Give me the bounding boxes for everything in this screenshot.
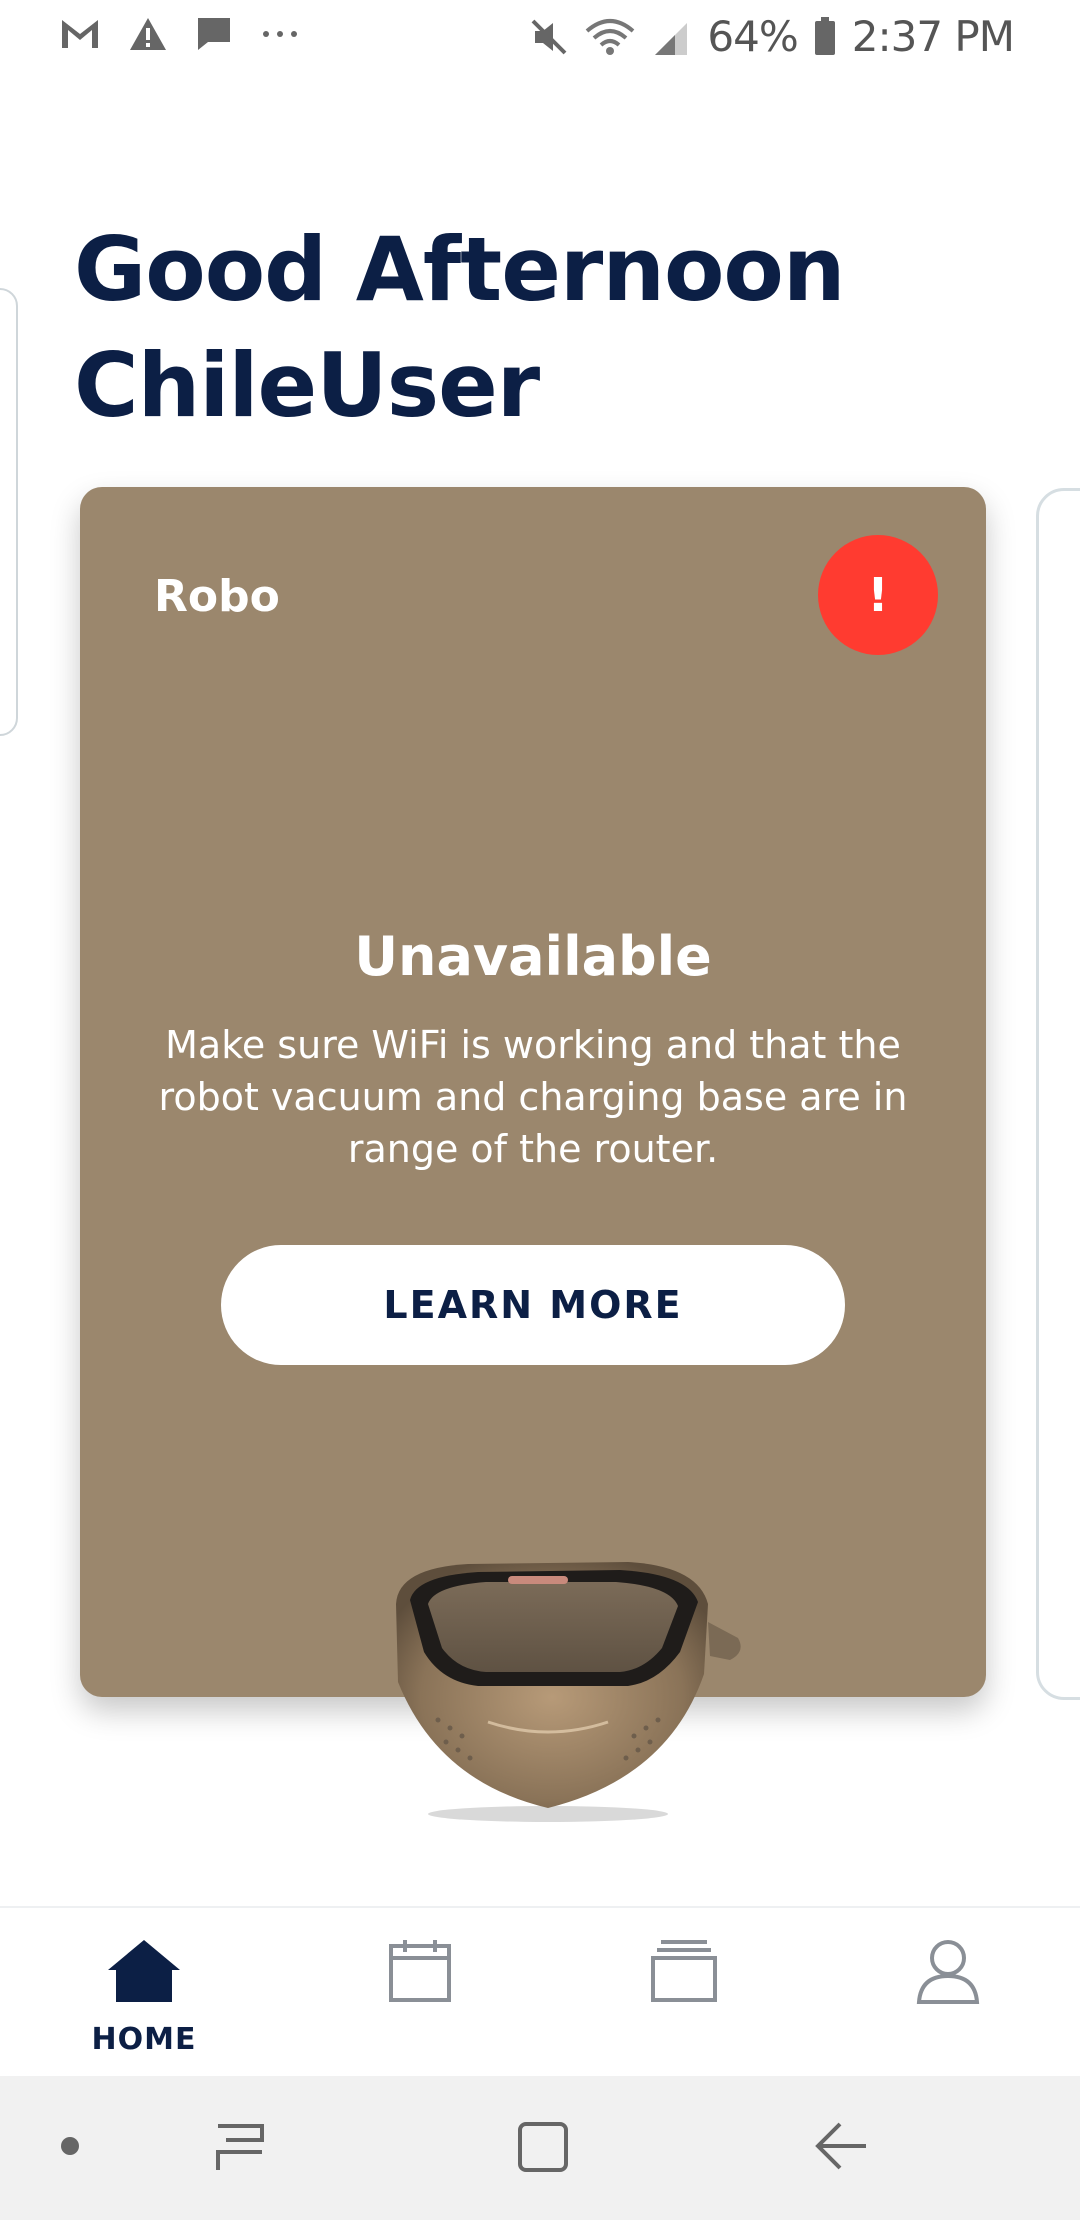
notification-icons [58, 16, 300, 52]
clock: 2:37 PM [851, 12, 1015, 61]
learn-more-button[interactable]: LEARN MORE [221, 1245, 845, 1365]
battery-icon [814, 16, 836, 57]
device-name: Robo [154, 571, 280, 622]
status-title: Unavailable [354, 925, 712, 988]
status-bar: 64% 2:37 PM [0, 0, 1080, 72]
back-icon[interactable] [810, 2116, 870, 2180]
battery-percent: 64% [707, 12, 798, 61]
calendar-icon [385, 1936, 455, 2010]
signal-icon [651, 17, 691, 57]
app-screen: 64% 2:37 PM Good Afternoon ChileUser Rob… [0, 0, 1080, 2220]
next-card-peek[interactable] [1036, 488, 1080, 1700]
home-icon [104, 1936, 184, 2010]
nav-home[interactable]: HOME [44, 1908, 244, 2078]
recent-apps-icon[interactable] [210, 2116, 270, 2180]
nav-history[interactable] [584, 1908, 784, 2078]
system-status: 64% 2:37 PM [529, 12, 1015, 61]
bottom-navigation: HOME [0, 1906, 1080, 2078]
profile-icon [913, 1936, 983, 2010]
system-navigation-bar [0, 2076, 1080, 2220]
history-icon [649, 1936, 719, 2010]
nav-profile[interactable] [848, 1908, 1048, 2078]
warning-icon [128, 16, 168, 52]
nav-schedule[interactable] [320, 1908, 520, 2078]
device-card[interactable]: Robo ! Unavailable Make sure WiFi is wor… [80, 487, 986, 1697]
greeting-line: Good Afternoon [74, 218, 846, 321]
user-name: ChileUser [74, 334, 540, 437]
mute-icon [529, 17, 569, 57]
message-icon [194, 16, 234, 52]
robot-vacuum-image [358, 1552, 758, 1822]
previous-card-peek[interactable] [0, 288, 18, 736]
nav-home-label: HOME [91, 2022, 197, 2057]
home-button-icon[interactable] [512, 2116, 572, 2180]
more-notifications-icon [260, 28, 300, 40]
alert-badge[interactable]: ! [818, 535, 938, 655]
assistant-dot-icon[interactable] [60, 2136, 80, 2160]
greeting-title: Good Afternoon ChileUser [74, 212, 846, 444]
alert-icon: ! [867, 568, 889, 622]
status-message: Make sure WiFi is working and that the r… [158, 1023, 908, 1171]
wifi-icon [585, 17, 635, 57]
gmail-icon [58, 16, 102, 52]
